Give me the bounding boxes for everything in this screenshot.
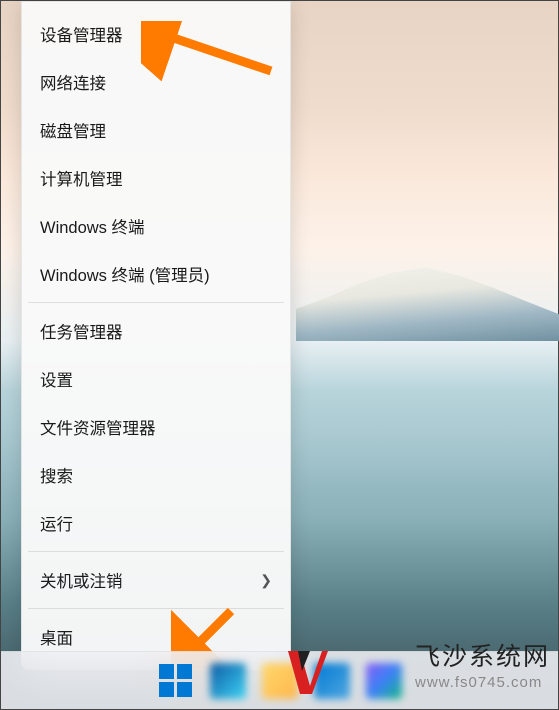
menu-divider <box>28 608 284 609</box>
edge-icon <box>210 663 246 699</box>
menu-item-run[interactable]: 运行 <box>22 499 290 547</box>
menu-divider <box>28 551 284 552</box>
chevron-right-icon: ❯ <box>260 572 272 589</box>
menu-item-windows-terminal[interactable]: Windows 终端 <box>22 202 290 250</box>
menu-label: 搜索 <box>40 463 73 487</box>
menu-item-search[interactable]: 搜索 <box>22 451 290 499</box>
menu-item-shutdown-signout[interactable]: 关机或注销 ❯ <box>22 556 290 604</box>
watermark-logo-icon <box>280 646 330 696</box>
menu-label: 文件资源管理器 <box>40 415 156 439</box>
taskbar-app-icon[interactable] <box>207 660 249 702</box>
menu-label: 设置 <box>40 367 73 391</box>
menu-item-computer-management[interactable]: 计算机管理 <box>22 154 290 202</box>
menu-item-device-manager[interactable]: 设备管理器 <box>22 10 290 58</box>
taskbar-app-icon[interactable] <box>363 660 405 702</box>
menu-label: Windows 终端 <box>40 214 145 238</box>
menu-item-file-explorer[interactable]: 文件资源管理器 <box>22 403 290 451</box>
menu-item-task-manager[interactable]: 任务管理器 <box>22 307 290 355</box>
windows-logo-icon <box>159 664 192 697</box>
menu-label: 网络连接 <box>40 70 106 94</box>
wallpaper-mountain <box>296 261 559 341</box>
watermark-title: 飞沙系统网 <box>415 637 550 673</box>
menu-label: Windows 终端 (管理员) <box>40 262 210 286</box>
winx-context-menu: 设备管理器 网络连接 磁盘管理 计算机管理 Windows 终端 Windows… <box>21 1 291 670</box>
menu-label: 关机或注销 <box>40 568 123 592</box>
menu-divider <box>28 302 284 303</box>
menu-label: 运行 <box>40 511 73 535</box>
menu-item-disk-management[interactable]: 磁盘管理 <box>22 106 290 154</box>
menu-label: 设备管理器 <box>40 22 123 46</box>
menu-label: 桌面 <box>40 625 73 649</box>
menu-item-settings[interactable]: 设置 <box>22 355 290 403</box>
menu-label: 磁盘管理 <box>40 118 106 142</box>
menu-label: 任务管理器 <box>40 319 123 343</box>
start-button[interactable] <box>155 660 197 702</box>
menu-item-network-connections[interactable]: 网络连接 <box>22 58 290 106</box>
watermark: 飞沙系统网 www.fs0745.com <box>415 637 550 691</box>
menu-item-windows-terminal-admin[interactable]: Windows 终端 (管理员) <box>22 250 290 298</box>
menu-label: 计算机管理 <box>40 166 123 190</box>
watermark-url: www.fs0745.com <box>415 674 550 691</box>
copilot-icon <box>366 663 402 699</box>
